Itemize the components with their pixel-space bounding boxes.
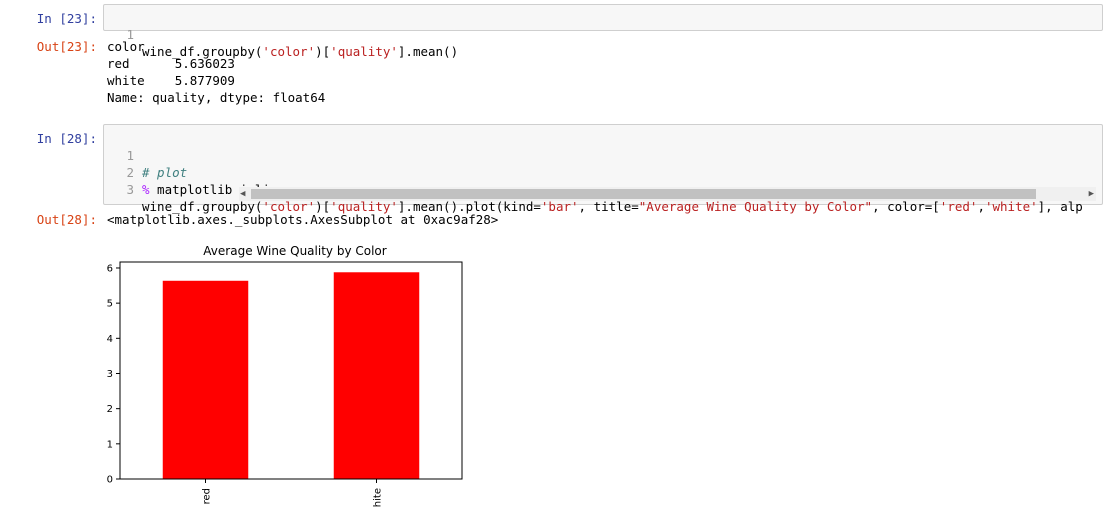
y-tick-label: 3: [107, 369, 113, 380]
y-tick-label: 6: [107, 263, 113, 274]
code-line: 1 wine_df.groupby('color')['quality'].me…: [104, 9, 1102, 59]
horizontal-scrollbar[interactable]: ◀ ▶: [239, 187, 1096, 201]
code-line: 3 wine_df.groupby('color')['quality'].me…: [104, 164, 1102, 214]
bar-chart: Average Wine Quality by Color red hite 0 1 2…: [107, 244, 463, 507]
y-tick-label: 1: [107, 439, 113, 450]
bar-red: [162, 280, 249, 479]
cell-28-output-prompt: Out[28]:: [36, 212, 97, 227]
scrollbar-thumb[interactable]: [251, 189, 1036, 199]
x-tick-label: hite: [373, 488, 384, 507]
scroll-left-icon[interactable]: ◀: [240, 188, 245, 200]
x-tick-label: red: [202, 488, 213, 504]
code-line: 2 % matplotlib inline: [104, 147, 1102, 197]
code-line: 1 # plot: [104, 130, 1102, 180]
y-tick-label: 4: [107, 334, 113, 345]
scroll-right-icon[interactable]: ▶: [1089, 188, 1094, 200]
cell-23-input-area[interactable]: 1 wine_df.groupby('color')['quality'].me…: [103, 4, 1103, 59]
y-tick-label: 2: [107, 404, 113, 415]
cell-23-output: color red 5.636023 white 5.877909 Name: qua…: [107, 39, 326, 105]
cell-28-output-repr: <matplotlib.axes._subplots.AxesSubplot a…: [107, 212, 499, 227]
cell-28-input-prompt: In [28]:: [36, 131, 97, 146]
y-tick-label: 5: [107, 299, 113, 310]
cell-23-output-prompt: Out[23]:: [36, 39, 97, 54]
y-tick-label: 0: [107, 475, 113, 486]
bar-hite: [333, 272, 420, 479]
cell-28-input-area[interactable]: 1 # plot 2 % matplotlib inline 3 wine_df…: [103, 124, 1103, 214]
cell-23-input-prompt: In [23]:: [36, 11, 97, 26]
chart-title: Average Wine Quality by Color: [203, 244, 386, 258]
line-number: 3: [126, 182, 134, 197]
